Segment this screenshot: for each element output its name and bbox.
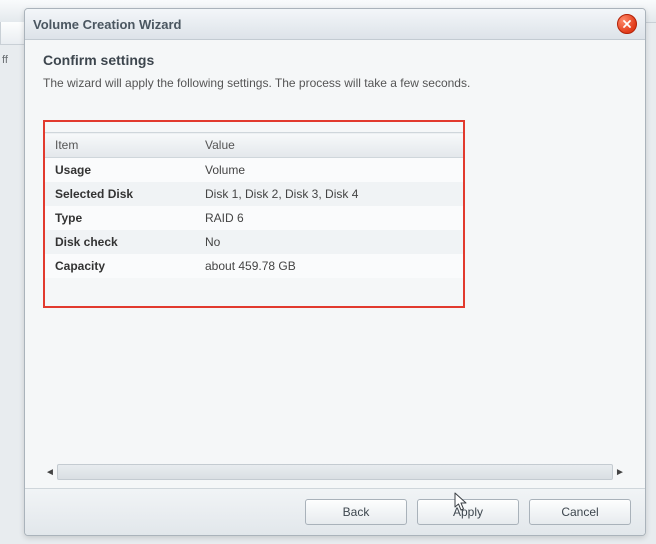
dialog-title: Volume Creation Wizard bbox=[33, 17, 181, 32]
row-value: about 459.78 GB bbox=[195, 254, 463, 278]
table-row: Type RAID 6 bbox=[45, 206, 463, 230]
settings-highlight-box: Item Value Usage Volume Selected Disk Di… bbox=[43, 120, 465, 308]
row-value: RAID 6 bbox=[195, 206, 463, 230]
row-key: Usage bbox=[45, 158, 195, 183]
settings-table: Item Value Usage Volume Selected Disk Di… bbox=[45, 132, 463, 278]
row-key: Selected Disk bbox=[45, 182, 195, 206]
scroll-right-arrow-icon[interactable]: ► bbox=[613, 465, 627, 479]
scroll-left-arrow-icon[interactable]: ◄ bbox=[43, 465, 57, 479]
row-value: No bbox=[195, 230, 463, 254]
cancel-button[interactable]: Cancel bbox=[529, 499, 631, 525]
header-value: Value bbox=[195, 133, 463, 158]
content-spacer bbox=[43, 308, 627, 464]
row-key: Type bbox=[45, 206, 195, 230]
row-key: Disk check bbox=[45, 230, 195, 254]
table-row: Selected Disk Disk 1, Disk 2, Disk 3, Di… bbox=[45, 182, 463, 206]
table-row: Capacity about 459.78 GB bbox=[45, 254, 463, 278]
dialog-titlebar: Volume Creation Wizard bbox=[25, 9, 645, 40]
dialog-footer: Back Apply Cancel bbox=[25, 488, 645, 535]
table-row: Disk check No bbox=[45, 230, 463, 254]
background-faint-text: ff bbox=[2, 54, 8, 66]
close-button[interactable] bbox=[617, 14, 637, 34]
table-row: Usage Volume bbox=[45, 158, 463, 183]
back-button[interactable]: Back bbox=[305, 499, 407, 525]
dialog-content: Confirm settings The wizard will apply t… bbox=[25, 40, 645, 488]
volume-creation-wizard-dialog: Volume Creation Wizard Confirm settings … bbox=[24, 8, 646, 536]
header-item: Item bbox=[45, 133, 195, 158]
step-description: The wizard will apply the following sett… bbox=[43, 76, 627, 90]
row-value: Disk 1, Disk 2, Disk 3, Disk 4 bbox=[195, 182, 463, 206]
row-value: Volume bbox=[195, 158, 463, 183]
step-title: Confirm settings bbox=[43, 52, 627, 68]
row-key: Capacity bbox=[45, 254, 195, 278]
horizontal-scrollbar[interactable]: ◄ ► bbox=[43, 464, 627, 480]
scroll-track[interactable] bbox=[57, 464, 613, 480]
close-icon bbox=[622, 19, 632, 29]
table-header-row: Item Value bbox=[45, 133, 463, 158]
apply-button[interactable]: Apply bbox=[417, 499, 519, 525]
